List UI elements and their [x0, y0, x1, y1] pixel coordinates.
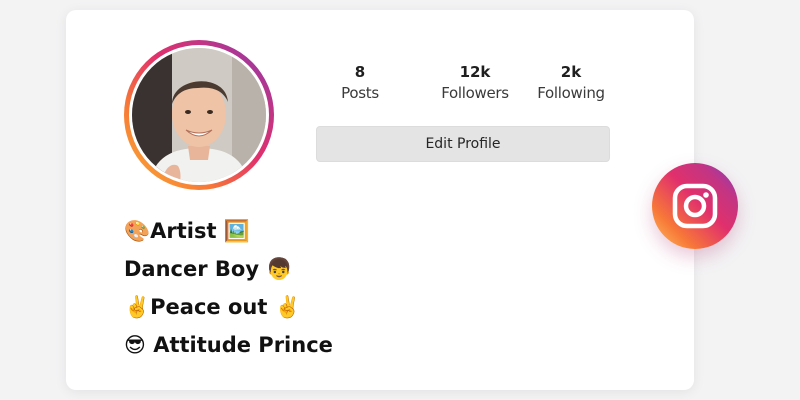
stat-following-value: 2k	[560, 63, 582, 81]
profile-bio: 🎨Artist 🖼️ Dancer Boy 👦 ✌️Peace out ✌️ 😎…	[124, 212, 424, 364]
stat-followers-label: Followers	[441, 84, 509, 102]
avatar-image	[132, 48, 266, 182]
stat-posts[interactable]: 8 Posts	[330, 62, 390, 104]
stat-posts-label: Posts	[341, 84, 379, 102]
bio-line: 🎨Artist 🖼️	[124, 219, 250, 243]
bio-line: 😎 Attitude Prince	[124, 333, 333, 357]
stat-posts-value: 8	[354, 63, 366, 81]
avatar[interactable]	[129, 45, 269, 185]
bio-line: ✌️Peace out ✌️	[124, 295, 301, 319]
instagram-glyph-icon	[672, 183, 718, 229]
stat-followers-value: 12k	[459, 63, 491, 81]
stat-following[interactable]: 2k Following	[528, 62, 614, 104]
profile-stats: 8 Posts 12k Followers 2k Following	[330, 62, 614, 110]
stat-following-label: Following	[537, 84, 605, 102]
edit-profile-button[interactable]: Edit Profile	[316, 126, 610, 162]
bio-line: Dancer Boy 👦	[124, 257, 293, 281]
instagram-icon	[652, 163, 738, 249]
stat-followers[interactable]: 12k Followers	[420, 62, 530, 104]
page: 8 Posts 12k Followers 2k Following Edit …	[0, 0, 800, 400]
avatar-story-ring[interactable]	[124, 40, 274, 190]
